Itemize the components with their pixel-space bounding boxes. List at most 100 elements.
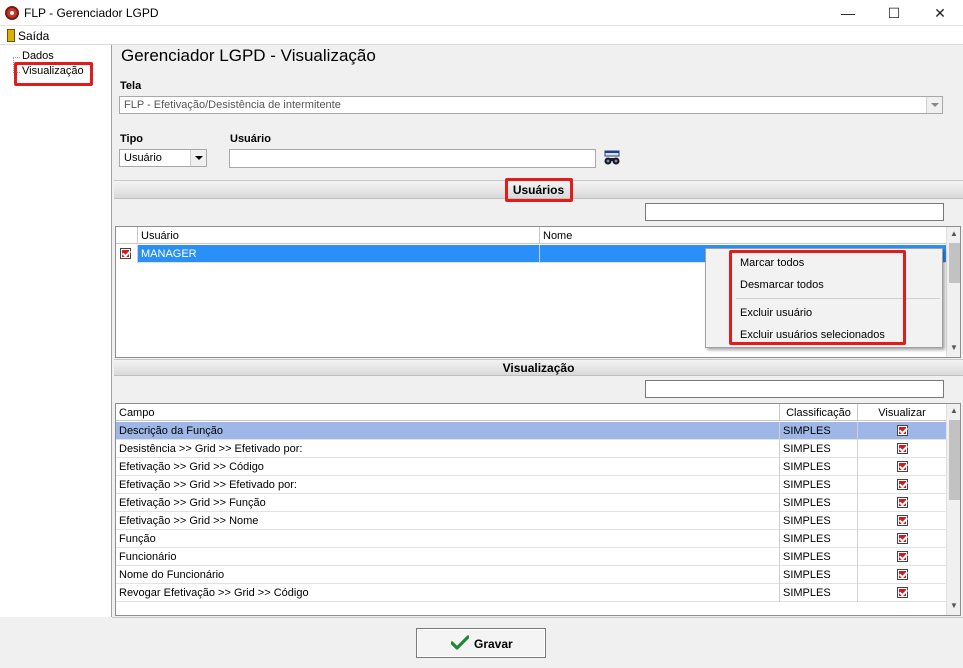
cell-visualizar[interactable] — [858, 422, 946, 440]
usuario-label: Usuário — [230, 133, 271, 145]
cell-classificacao: SIMPLES — [780, 422, 858, 440]
menu-bar: Saída — [0, 26, 963, 45]
vis-grid-scrollbar[interactable]: ▲ ▼ — [946, 404, 960, 615]
cell-campo: Efetivação >> Grid >> Efetivado por: — [116, 476, 780, 494]
tela-label: Tela — [120, 80, 142, 92]
scroll-down-icon[interactable]: ▼ — [947, 601, 960, 610]
column-header-check — [116, 227, 138, 244]
cell-visualizar[interactable] — [858, 476, 946, 494]
visualizar-checkbox[interactable] — [897, 479, 908, 490]
cell-visualizar[interactable] — [858, 584, 946, 602]
column-header-classificacao[interactable]: Classificação — [780, 404, 858, 421]
cell-campo: Função — [116, 530, 780, 548]
scroll-down-icon[interactable]: ▼ — [947, 343, 960, 352]
visualizar-checkbox[interactable] — [897, 587, 908, 598]
cell-visualizar[interactable] — [858, 458, 946, 476]
row-check-cell[interactable] — [116, 245, 138, 263]
cell-visualizar[interactable] — [858, 548, 946, 566]
tipo-select[interactable]: Usuário — [119, 149, 207, 167]
column-header-campo[interactable]: Campo — [116, 404, 780, 421]
highlight-box — [505, 178, 573, 202]
cell-usuario: MANAGER — [138, 245, 540, 263]
scroll-thumb[interactable] — [949, 420, 960, 500]
table-row[interactable]: Função SIMPLES — [116, 530, 946, 548]
visualizar-checkbox[interactable] — [897, 515, 908, 526]
table-row[interactable]: Funcionário SIMPLES — [116, 548, 946, 566]
minimize-button[interactable]: — — [825, 0, 871, 26]
door-icon — [7, 29, 15, 42]
column-header-usuario[interactable]: Usuário — [138, 227, 540, 244]
cell-visualizar[interactable] — [858, 440, 946, 458]
highlight-box — [14, 62, 93, 86]
navigation-tree: Dados Visualização — [0, 45, 112, 617]
column-header-nome[interactable]: Nome — [540, 227, 946, 244]
title-bar: FLP - Gerenciador LGPD — ☐ ✕ — [0, 0, 963, 26]
column-header-visualizar[interactable]: Visualizar — [858, 404, 946, 421]
tree-item-dados[interactable]: Dados — [22, 50, 54, 62]
scroll-up-icon[interactable]: ▲ — [947, 406, 960, 415]
menu-exit[interactable]: Saída — [2, 26, 50, 45]
visualizar-checkbox[interactable] — [897, 461, 908, 472]
cell-campo: Desistência >> Grid >> Efetivado por: — [116, 440, 780, 458]
cell-visualizar[interactable] — [858, 530, 946, 548]
row-checkbox[interactable] — [120, 248, 131, 259]
table-row[interactable]: Descrição da Função SIMPLES — [116, 422, 946, 440]
cell-classificacao: SIMPLES — [780, 530, 858, 548]
cell-classificacao: SIMPLES — [780, 548, 858, 566]
table-row[interactable]: Efetivação >> Grid >> Efetivado por: SIMP… — [116, 476, 946, 494]
cell-campo: Efetivação >> Grid >> Código — [116, 458, 780, 476]
users-grid-header: Usuário Nome — [116, 227, 946, 244]
chevron-down-icon[interactable] — [190, 150, 206, 166]
cell-campo: Funcionário — [116, 548, 780, 566]
cell-campo: Nome do Funcionário — [116, 566, 780, 584]
vis-search-input[interactable] — [645, 380, 944, 398]
cell-visualizar[interactable] — [858, 512, 946, 530]
tela-select[interactable]: FLP - Efetivação/Desistência de intermit… — [119, 96, 943, 114]
app-logo-icon — [5, 6, 19, 20]
table-row[interactable]: Efetivação >> Grid >> Código SIMPLES — [116, 458, 946, 476]
cell-classificacao: SIMPLES — [780, 476, 858, 494]
users-search-input[interactable] — [645, 203, 944, 221]
cell-campo: Efetivação >> Grid >> Nome — [116, 512, 780, 530]
usuario-input[interactable] — [229, 149, 596, 168]
visualizar-checkbox[interactable] — [897, 425, 908, 436]
maximize-button[interactable]: ☐ — [871, 0, 917, 26]
table-row[interactable]: Revogar Efetivação >> Grid >> Código SIMP… — [116, 584, 946, 602]
cell-campo: Efetivação >> Grid >> Função — [116, 494, 780, 512]
table-row[interactable]: Efetivação >> Grid >> Função SIMPLES — [116, 494, 946, 512]
chevron-down-icon[interactable] — [926, 97, 942, 113]
cell-visualizar[interactable] — [858, 494, 946, 512]
save-button[interactable]: Gravar — [416, 628, 546, 658]
tree-connector — [13, 57, 20, 58]
scroll-thumb[interactable] — [949, 243, 960, 283]
visualizar-checkbox[interactable] — [897, 497, 908, 508]
cell-classificacao: SIMPLES — [780, 566, 858, 584]
page-title: Gerenciador LGPD - Visualização — [121, 46, 376, 65]
visualizar-checkbox[interactable] — [897, 569, 908, 580]
table-row[interactable]: Efetivação >> Grid >> Nome SIMPLES — [116, 512, 946, 530]
visualizar-checkbox[interactable] — [897, 533, 908, 544]
table-row[interactable]: Desistência >> Grid >> Efetivado por: SIM… — [116, 440, 946, 458]
visualizar-checkbox[interactable] — [897, 443, 908, 454]
visualizar-checkbox[interactable] — [897, 551, 908, 562]
scroll-up-icon[interactable]: ▲ — [947, 229, 960, 238]
vis-grid-header: Campo Classificação Visualizar — [116, 404, 946, 421]
highlight-box — [729, 250, 906, 345]
menu-exit-label: Saída — [18, 29, 50, 43]
vis-grid: Campo Classificação Visualizar Descrição… — [115, 403, 961, 616]
cell-campo: Descrição da Função — [116, 422, 780, 440]
table-row[interactable]: Nome do Funcionário SIMPLES — [116, 566, 946, 584]
cell-classificacao: SIMPLES — [780, 458, 858, 476]
cell-classificacao: SIMPLES — [780, 584, 858, 602]
vis-section-header: Visualização — [114, 359, 963, 376]
cell-campo: Revogar Efetivação >> Grid >> Código — [116, 584, 780, 602]
close-button[interactable]: ✕ — [917, 0, 963, 26]
binoculars-icon[interactable] — [603, 150, 621, 166]
cell-visualizar[interactable] — [858, 566, 946, 584]
tela-select-value: FLP - Efetivação/Desistência de intermit… — [124, 99, 341, 111]
checkmark-icon — [451, 635, 469, 650]
cell-classificacao: SIMPLES — [780, 440, 858, 458]
tipo-select-value: Usuário — [124, 152, 162, 164]
save-button-label: Gravar — [474, 637, 513, 651]
users-grid-scrollbar[interactable]: ▲ ▼ — [946, 227, 960, 357]
